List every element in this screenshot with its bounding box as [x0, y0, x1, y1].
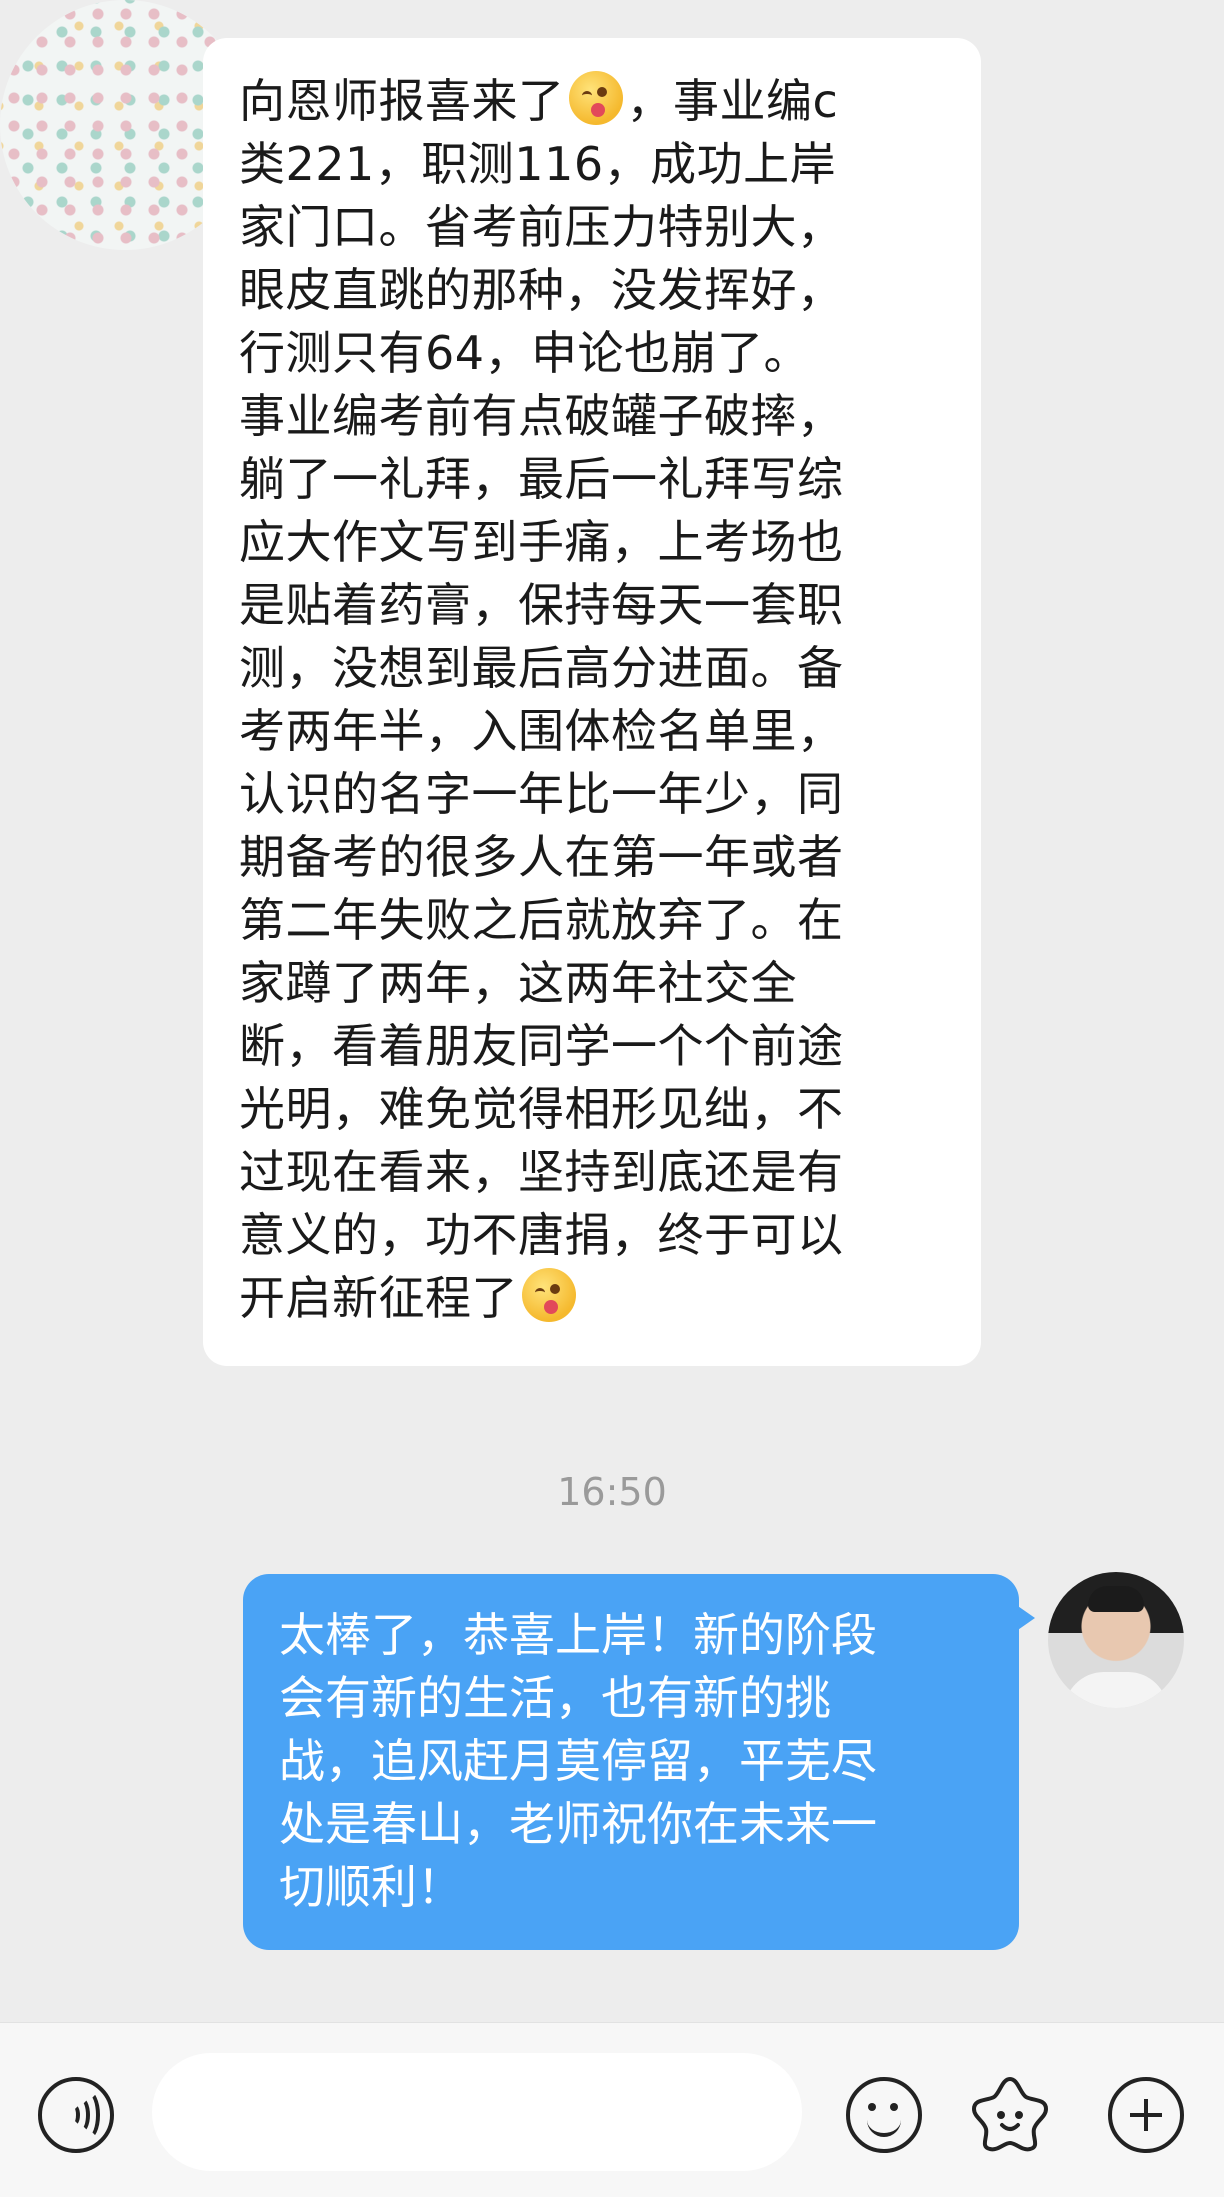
- message-line: 躺了一礼拜，最后一礼拜写综: [239, 452, 844, 506]
- incoming-message-bubble[interactable]: 向恩师报喜来了 ，事业编c 类221，职测116，成功上岸 家门口。省考前压力特别…: [203, 38, 981, 1366]
- message-line: 考两年半，入围体检名单里，: [239, 704, 844, 758]
- message-line: 眼皮直跳的那种，没发挥好，: [239, 263, 844, 317]
- message-line: 是贴着药膏，保持每天一套职: [239, 578, 844, 632]
- message-line: 认识的名字一年比一年少，同: [239, 767, 844, 821]
- voice-icon[interactable]: [38, 2077, 114, 2153]
- my-avatar[interactable]: [1048, 1572, 1184, 1708]
- message-input[interactable]: [152, 2053, 802, 2171]
- avatar-hair: [1088, 1586, 1144, 1612]
- smile-blush-emoji-icon: [522, 1268, 576, 1322]
- message-line: 处是春山，老师祝你在未来一: [279, 1797, 877, 1851]
- message-line: 光明，难免觉得相形见绌，不: [239, 1082, 844, 1136]
- message-line: 意义的，功不唐捐，终于可以: [239, 1208, 844, 1262]
- message-line: 会有新的生活，也有新的挑: [279, 1671, 831, 1725]
- message-line: 测，没想到最后高分进面。备: [239, 641, 844, 695]
- plus-icon[interactable]: [1108, 2077, 1184, 2153]
- message-line: 事业编考前有点破罐子破摔，: [239, 389, 844, 443]
- outgoing-message-bubble[interactable]: 太棒了，恭喜上岸！新的阶段 会有新的生活，也有新的挑 战，追风赶月莫停留，平芜尽…: [243, 1574, 1035, 1950]
- message-line: 应大作文写到手痛，上考场也: [239, 515, 844, 569]
- sticker-star-icon: [971, 2076, 1049, 2152]
- message-line: 第二年失败之后就放弃了。在: [239, 893, 844, 947]
- message-line: 向恩师报喜来了 ，事业编c: [239, 70, 951, 133]
- message-line: 期备考的很多人在第一年或者: [239, 830, 844, 884]
- emoji-icon[interactable]: [846, 2077, 922, 2153]
- message-line: 家蹲了两年，这两年社交全: [239, 956, 797, 1010]
- message-line: 切顺利！: [279, 1860, 463, 1914]
- message-line: 战，追风赶月莫停留，平芜尽: [279, 1734, 877, 1788]
- message-line: 类221，职测116，成功上岸: [239, 137, 837, 191]
- avatar-shirt: [1064, 1672, 1168, 1708]
- message-line: 行测只有64，申论也崩了。: [239, 326, 811, 380]
- message-line: 过现在看来，坚持到底还是有: [239, 1145, 844, 1199]
- message-line: 断，看着朋友同学一个个前途: [239, 1019, 844, 1073]
- message-line: 家门口。省考前压力特别大，: [239, 200, 844, 254]
- message-line: 太棒了，恭喜上岸！新的阶段: [279, 1608, 877, 1662]
- message-timestamp: 16:50: [557, 1470, 667, 1514]
- input-bar: [0, 2022, 1224, 2197]
- smile-blush-emoji-icon: [568, 71, 623, 125]
- sticker-icon[interactable]: [971, 2076, 1049, 2153]
- voice-wave-large: [76, 2090, 100, 2140]
- message-line: 开启新征程了: [239, 1267, 951, 1330]
